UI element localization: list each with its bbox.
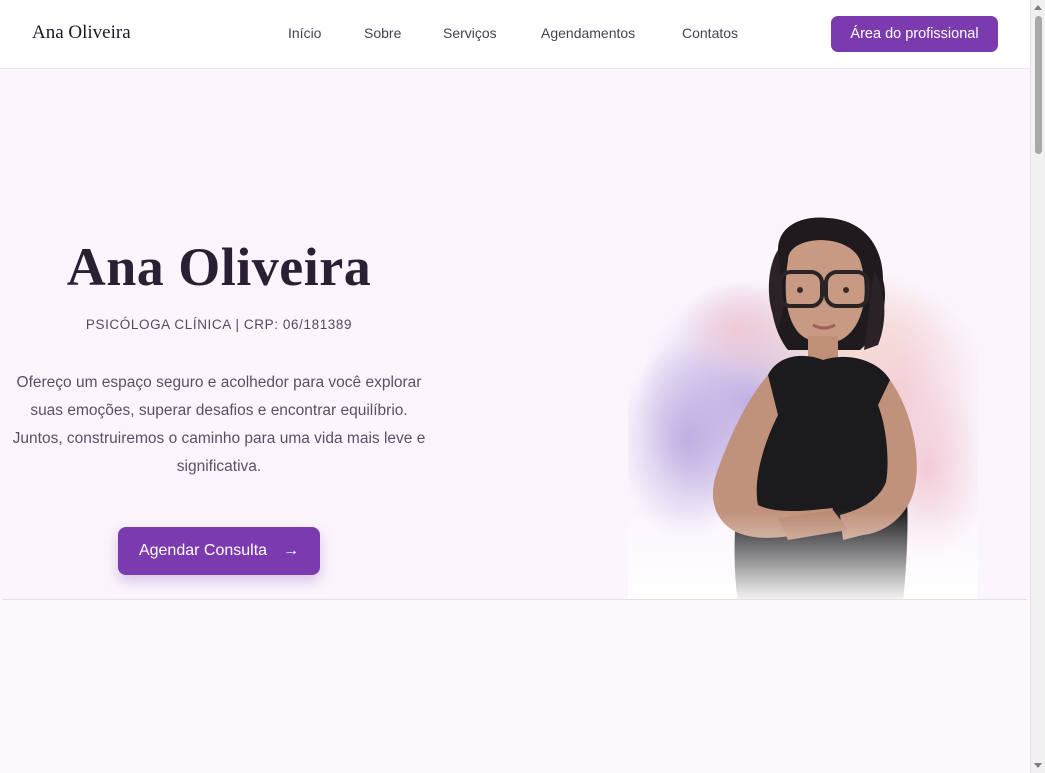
site-header: Ana Oliveira Início Sobre Serviços Agend…	[0, 0, 1030, 69]
hero-credentials: PSICÓLOGA CLÍNICA | CRP: 06/181389	[85, 317, 353, 332]
next-section	[0, 600, 1030, 773]
hero-intro: Ofereço um espaço seguro e acolhedor par…	[12, 374, 426, 475]
scroll-thumb[interactable]	[1035, 16, 1042, 154]
nav-link-sobre[interactable]: Sobre	[364, 25, 401, 41]
nav-link-contatos[interactable]: Contatos	[682, 25, 738, 41]
nav-link-servicos[interactable]: Serviços	[443, 25, 497, 41]
nav-link-inicio[interactable]: Início	[288, 25, 321, 41]
professional-area-button[interactable]: Área do profissional	[831, 16, 998, 52]
nav-link-agendamentos[interactable]: Agendamentos	[541, 25, 635, 41]
profile-photo	[628, 217, 978, 604]
schedule-consultation-button[interactable]: Agendar Consulta →	[118, 527, 320, 575]
cta-label: Agendar Consulta	[138, 542, 268, 559]
arrow-right-icon: →	[283, 542, 300, 559]
scroll-up-icon[interactable]	[1034, 5, 1042, 10]
brand-logo[interactable]: Ana Oliveira	[32, 22, 131, 44]
scroll-down-icon[interactable]	[1034, 763, 1042, 768]
hero-title: Ana Oliveira	[66, 237, 372, 297]
page-scrollbar[interactable]	[1030, 0, 1045, 773]
